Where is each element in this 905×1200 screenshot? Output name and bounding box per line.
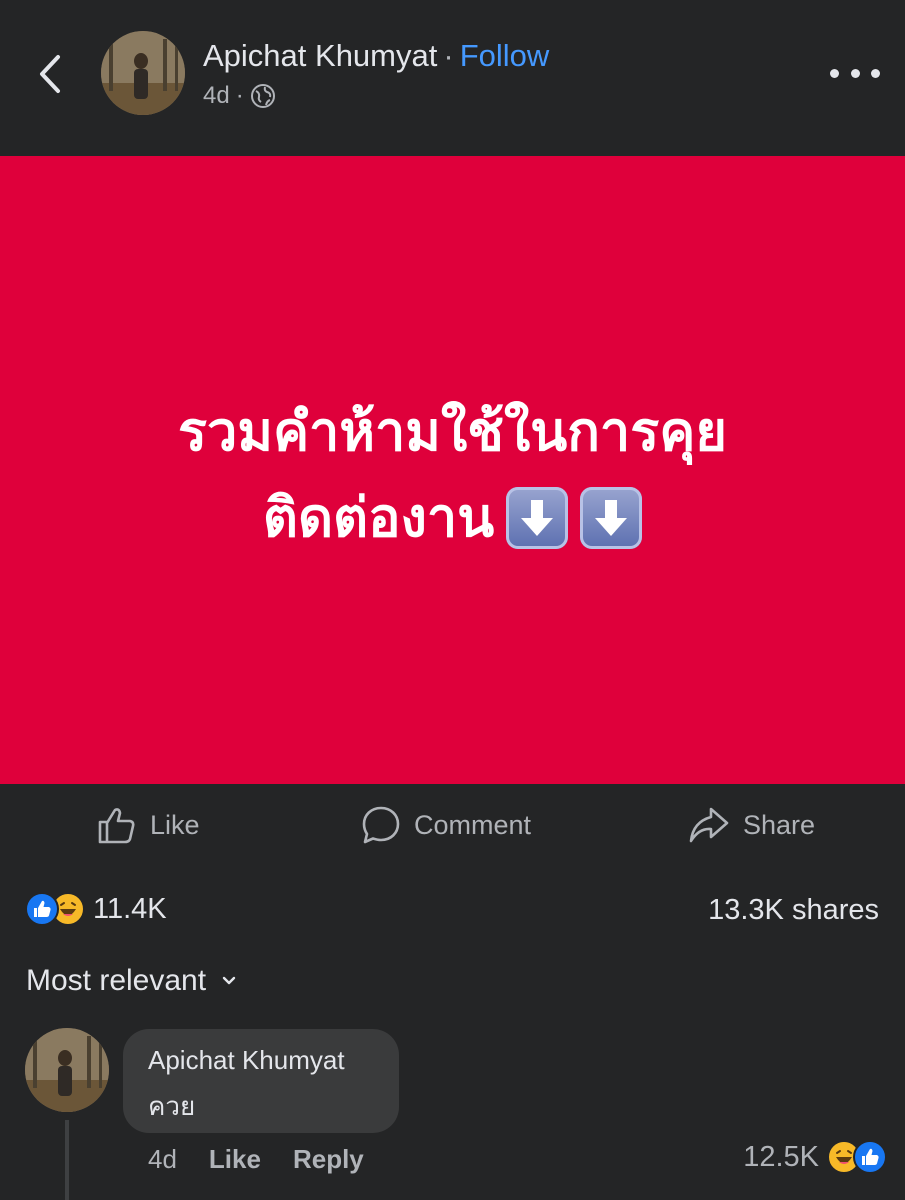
- author-name[interactable]: Apichat Khumyat: [203, 38, 437, 73]
- reactions-summary[interactable]: 11.4K: [25, 892, 167, 926]
- comment-button[interactable]: Comment: [360, 804, 531, 846]
- share-button[interactable]: Share: [687, 804, 815, 846]
- comment-like-button[interactable]: Like: [209, 1144, 261, 1175]
- author-line: Apichat Khumyat · Follow: [203, 38, 549, 74]
- chevron-left-icon: [40, 55, 60, 93]
- like-label: Like: [150, 809, 200, 840]
- author-avatar[interactable]: [101, 31, 185, 115]
- post-actions: Like Comment Share: [0, 784, 905, 870]
- dot: [871, 68, 880, 78]
- post-time[interactable]: 4d: [203, 82, 230, 110]
- like-reaction-icon: [25, 892, 59, 926]
- chevron-down-icon: [222, 976, 236, 985]
- post-text: รวมคำห้ามใช้ในการคุย ติดต่องาน: [178, 389, 727, 561]
- down-arrow-emoji: [580, 487, 643, 549]
- post-header: Apichat Khumyat · Follow 4d ·: [0, 0, 905, 156]
- down-arrow-emoji: [506, 487, 569, 549]
- back-button[interactable]: [30, 50, 70, 98]
- like-reaction-icon: [853, 1140, 887, 1174]
- separator-dot: ·: [443, 38, 454, 73]
- follow-button[interactable]: Follow: [460, 38, 550, 73]
- comment-sort-dropdown[interactable]: Most relevant: [26, 964, 236, 998]
- globe-icon: [250, 84, 275, 108]
- comment-author[interactable]: Apichat Khumyat: [148, 1045, 374, 1076]
- post-image[interactable]: รวมคำห้ามใช้ในการคุย ติดต่องาน: [0, 156, 905, 784]
- comment-bubble[interactable]: Apichat Khumyat ควย: [123, 1029, 399, 1133]
- reply-thread-line: [65, 1120, 69, 1200]
- thumbs-up-icon: [98, 808, 135, 844]
- comment-time: 4d: [148, 1144, 177, 1174]
- comment-bubble-icon: [362, 806, 400, 844]
- comment-reaction-count: 12.5K: [743, 1140, 819, 1173]
- comment-reply-button[interactable]: Reply: [293, 1144, 364, 1175]
- comment-label: Comment: [414, 809, 532, 840]
- reaction-count: 11.4K: [93, 892, 167, 925]
- dot: [850, 68, 860, 78]
- post-text-line2-row: ติดต่องาน: [178, 475, 727, 561]
- commenter-avatar[interactable]: [25, 1028, 109, 1112]
- share-label: Share: [743, 809, 816, 840]
- dot: [830, 68, 839, 78]
- comment-text: ควย: [148, 1092, 196, 1122]
- comment-reactions[interactable]: 12.5K: [743, 1140, 887, 1174]
- post-meta: 4d ·: [203, 82, 276, 110]
- post-text-line2: ติดต่องาน: [262, 486, 495, 549]
- more-options-button[interactable]: [830, 60, 880, 86]
- post-text-line1: รวมคำห้ามใช้ในการคุย: [178, 400, 727, 463]
- share-arrow-icon: [689, 807, 729, 843]
- time-separator: ·: [235, 82, 244, 109]
- comment-meta: 4d Like Reply: [148, 1144, 364, 1175]
- share-count[interactable]: 13.3K shares: [708, 894, 879, 927]
- sort-label: Most relevant: [26, 964, 207, 997]
- like-button[interactable]: Like: [96, 804, 200, 846]
